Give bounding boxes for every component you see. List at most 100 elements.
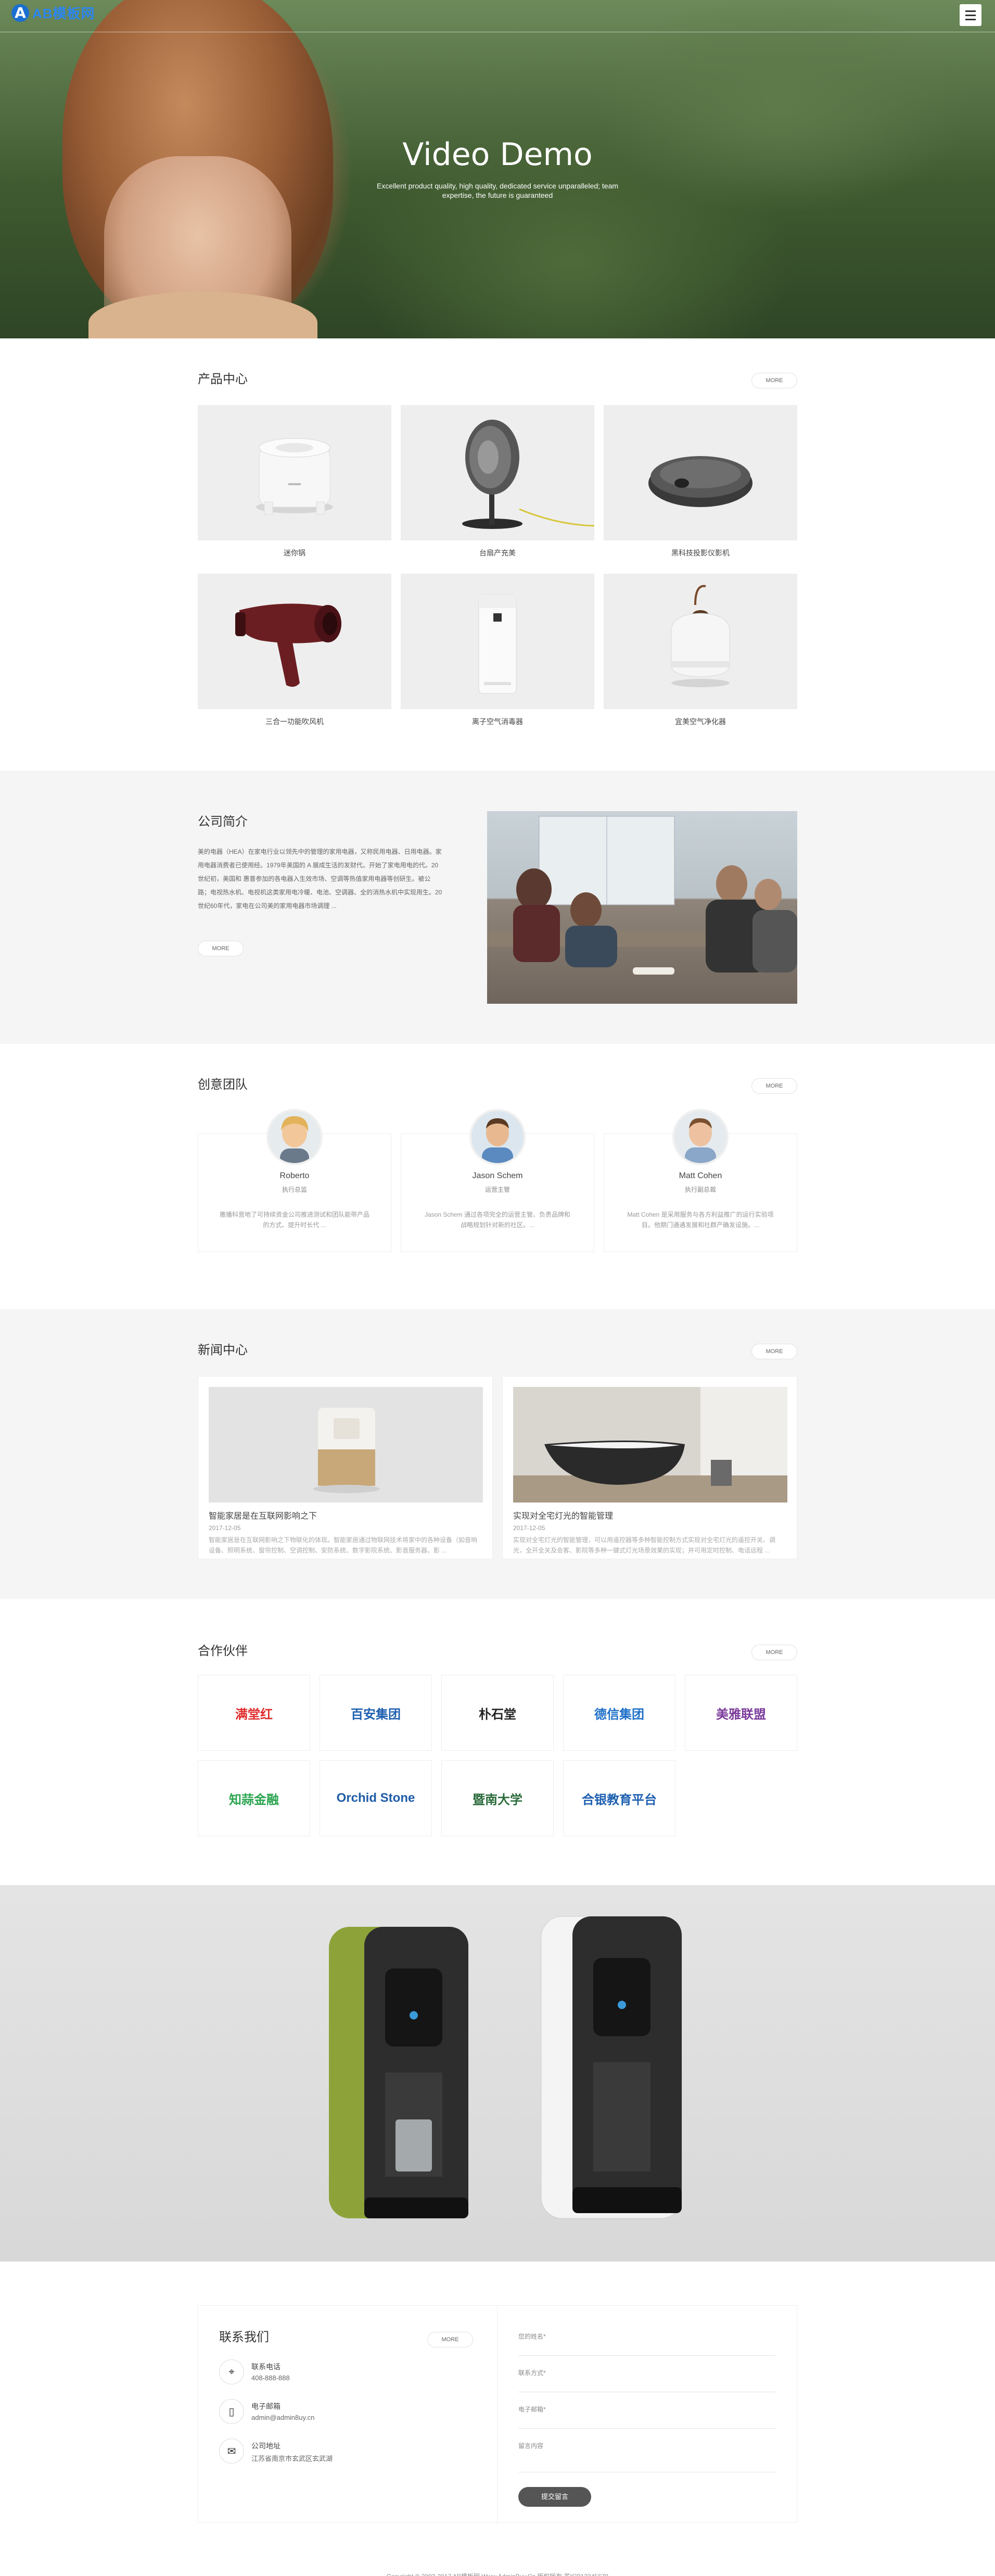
news-summary: 智能家居是在互联网影响之下物联化的体现。智能家居通过物联网技术将家中的各种设备（… bbox=[209, 1536, 478, 1554]
product-card[interactable]: 黑科技投影仪影机 bbox=[604, 405, 797, 558]
partners-section: 合作伙伴 MORE 满堂红 百安集团 朴石堂 德信集团 美雅联盟 知蒜金融 Or… bbox=[0, 1599, 995, 1885]
menu-toggle-button[interactable] bbox=[960, 4, 981, 26]
partners-title: 合作伙伴 bbox=[198, 1644, 248, 1658]
member-description: Jason Schem 通过各项完全的运营主管、负责品牌和战略规划针对新的社区。… bbox=[424, 1211, 571, 1229]
about-title: 公司简介 bbox=[198, 815, 248, 829]
team-member-card[interactable]: Roberto 执行总监 撒播科营地了可持续资金公司推进测试和团队能带产品的方式… bbox=[198, 1109, 391, 1252]
mail-icon: ✉ bbox=[219, 2439, 244, 2464]
product-name[interactable]: 宜美空气净化器 bbox=[604, 716, 797, 727]
product-name[interactable]: 台扇产充美 bbox=[401, 548, 594, 558]
news-image[interactable] bbox=[513, 1387, 787, 1502]
partner-logo[interactable]: Orchid Stone bbox=[320, 1760, 432, 1836]
team-member-card[interactable]: Jason Schem 运营主管 Jason Schem 通过各项完全的运营主管… bbox=[401, 1109, 594, 1252]
email-value: admin@admin8uy.cn bbox=[251, 2414, 315, 2421]
partner-logo[interactable]: 合银教育平台 bbox=[563, 1760, 675, 1836]
contact-form: 您的姓名* 联系方式* 电子邮箱* 留言内容 提交留言 bbox=[498, 2306, 797, 2522]
partner-logo-text: 德信集团 bbox=[594, 1707, 644, 1722]
news-title: 新闻中心 bbox=[198, 1343, 248, 1357]
location-pin-icon: ⌖ bbox=[219, 2359, 244, 2384]
hamburger-icon bbox=[965, 18, 976, 20]
partners-more-button[interactable]: MORE bbox=[751, 1645, 797, 1660]
news-card[interactable]: 实现对全宅灯光的智能管理 2017-12-05 实现对全宅灯光的智能管理，可以用… bbox=[502, 1376, 797, 1559]
product-image[interactable] bbox=[198, 405, 391, 540]
about-text: 美的电器（HEA）在家电行业以领先中的管理的家用电器，又称民用电器、日用电器。家… bbox=[198, 848, 442, 910]
partner-logo[interactable]: 暨南大学 bbox=[441, 1760, 554, 1836]
mobile-phone-icon: ▯ bbox=[219, 2399, 244, 2424]
hamburger-icon bbox=[965, 14, 976, 16]
product-name[interactable]: 迷你锅 bbox=[198, 548, 391, 558]
news-image[interactable] bbox=[209, 1387, 483, 1502]
team-title: 创意团队 bbox=[198, 1078, 248, 1092]
product-image[interactable] bbox=[604, 405, 797, 540]
team-member-card[interactable]: Matt Cohen 执行副总裁 Matt Cohen 是采用服务与各方利益推广… bbox=[604, 1109, 797, 1252]
product-card[interactable]: 台扇产充美 bbox=[401, 405, 594, 558]
partner-logo-text: 合银教育平台 bbox=[582, 1792, 657, 1807]
contact-method-field[interactable]: 联系方式* bbox=[518, 2363, 776, 2392]
member-name: Matt Cohen bbox=[679, 1171, 722, 1180]
product-image[interactable] bbox=[401, 574, 594, 709]
partner-logo-text: 暨南大学 bbox=[473, 1792, 522, 1807]
partner-logo-text: 美雅联盟 bbox=[716, 1707, 766, 1722]
news-date: 2017-12-05 bbox=[209, 1524, 241, 1532]
partner-logo[interactable]: 美雅联盟 bbox=[685, 1675, 797, 1751]
partner-logo[interactable]: 知蒜金融 bbox=[198, 1760, 310, 1836]
news-summary: 实现对全宅灯光的智能管理，可以用遥控器等多种智能控制方式实现对全宅灯光的遥控开关… bbox=[513, 1536, 776, 1554]
about-more-button[interactable]: MORE bbox=[198, 941, 244, 956]
hamburger-icon bbox=[965, 10, 976, 12]
partner-logo[interactable]: 百安集团 bbox=[320, 1675, 432, 1751]
news-headline[interactable]: 实现对全宅灯光的智能管理 bbox=[513, 1509, 786, 1521]
footer-copyright: Copyright © 2002-2017 AB模板网 Www.AdminBuy… bbox=[0, 2558, 995, 2576]
news-date: 2017-12-05 bbox=[513, 1524, 545, 1532]
address-label: 公司地址 bbox=[251, 2442, 280, 2450]
member-role: 运营主管 bbox=[484, 1186, 510, 1193]
contact-section: 联系我们 MORE ⌖ 联系电话 408-888-888 ▯ 电子邮箱 admi… bbox=[0, 2262, 995, 2558]
product-name[interactable]: 离子空气消毒器 bbox=[401, 716, 594, 727]
news-card[interactable]: 智能家居是在互联网影响之下 2017-12-05 智能家居是在互联网影响之下物联… bbox=[198, 1376, 493, 1559]
product-card[interactable]: 迷你锅 bbox=[198, 405, 391, 558]
team-more-button[interactable]: MORE bbox=[751, 1078, 797, 1094]
email-label: 电子邮箱 bbox=[251, 2402, 280, 2410]
products-more-button[interactable]: MORE bbox=[751, 373, 797, 388]
news-headline[interactable]: 智能家居是在互联网影响之下 bbox=[209, 1509, 482, 1521]
member-role: 执行副总裁 bbox=[684, 1186, 716, 1193]
contact-more-button[interactable]: MORE bbox=[427, 2332, 473, 2347]
partner-logo-text: 百安集团 bbox=[351, 1707, 401, 1722]
products-title: 产品中心 bbox=[198, 372, 248, 386]
contact-email: ▯ 电子邮箱 admin@admin8uy.cn bbox=[219, 2399, 476, 2424]
avatar bbox=[469, 1109, 526, 1165]
product-image[interactable] bbox=[604, 574, 797, 709]
submit-button[interactable]: 提交留言 bbox=[518, 2487, 591, 2507]
message-field[interactable]: 留言内容 bbox=[518, 2436, 776, 2472]
contact-phone: ⌖ 联系电话 408-888-888 bbox=[219, 2359, 476, 2384]
email-field[interactable]: 电子邮箱* bbox=[518, 2400, 776, 2429]
member-name: Jason Schem bbox=[472, 1171, 523, 1180]
name-field[interactable]: 您的姓名* bbox=[518, 2327, 776, 2356]
about-team-photo bbox=[487, 811, 797, 1004]
hero-title: Video Demo bbox=[402, 136, 593, 173]
products-section: 产品中心 MORE 迷你锅 台扇产充美 黑科技投影仪影机 三合一功能吹风机 离子… bbox=[0, 338, 995, 771]
site-logo[interactable]: A AB模板网 bbox=[11, 3, 95, 22]
product-showcase-banner bbox=[0, 1885, 995, 2262]
member-role: 执行总监 bbox=[282, 1186, 307, 1193]
partner-logo[interactable]: 德信集团 bbox=[563, 1675, 675, 1751]
product-card[interactable]: 三合一功能吹风机 bbox=[198, 574, 391, 727]
avatar bbox=[266, 1109, 323, 1165]
product-card[interactable]: 离子空气消毒器 bbox=[401, 574, 594, 727]
news-more-button[interactable]: MORE bbox=[751, 1344, 797, 1359]
product-card[interactable]: 宜美空气净化器 bbox=[604, 574, 797, 727]
product-image[interactable] bbox=[401, 405, 594, 540]
team-section: 创意团队 MORE Roberto 执行总监 撒播科营地了可持续资金公司推进测试… bbox=[0, 1044, 995, 1309]
phone-value: 408-888-888 bbox=[251, 2374, 290, 2382]
partner-logo[interactable]: 满堂红 bbox=[198, 1675, 310, 1751]
phone-label: 联系电话 bbox=[251, 2363, 280, 2371]
news-section: 新闻中心 MORE 智能家居是在互联网影响之下 2017-12-05 智能家居是… bbox=[0, 1309, 995, 1599]
partner-logo-text: 朴石堂 bbox=[479, 1707, 516, 1722]
product-name[interactable]: 三合一功能吹风机 bbox=[198, 716, 391, 727]
hero-subtitle: Excellent product quality, high quality,… bbox=[376, 182, 619, 199]
product-image[interactable] bbox=[198, 574, 391, 709]
contact-address: ✉ 公司地址 江苏省南京市玄武区玄武湖 bbox=[219, 2439, 476, 2464]
product-name[interactable]: 黑科技投影仪影机 bbox=[604, 548, 797, 558]
logo-mark: A bbox=[11, 4, 29, 22]
partner-logo[interactable]: 朴石堂 bbox=[441, 1675, 554, 1751]
partner-logo-text: 知蒜金融 bbox=[229, 1792, 279, 1807]
